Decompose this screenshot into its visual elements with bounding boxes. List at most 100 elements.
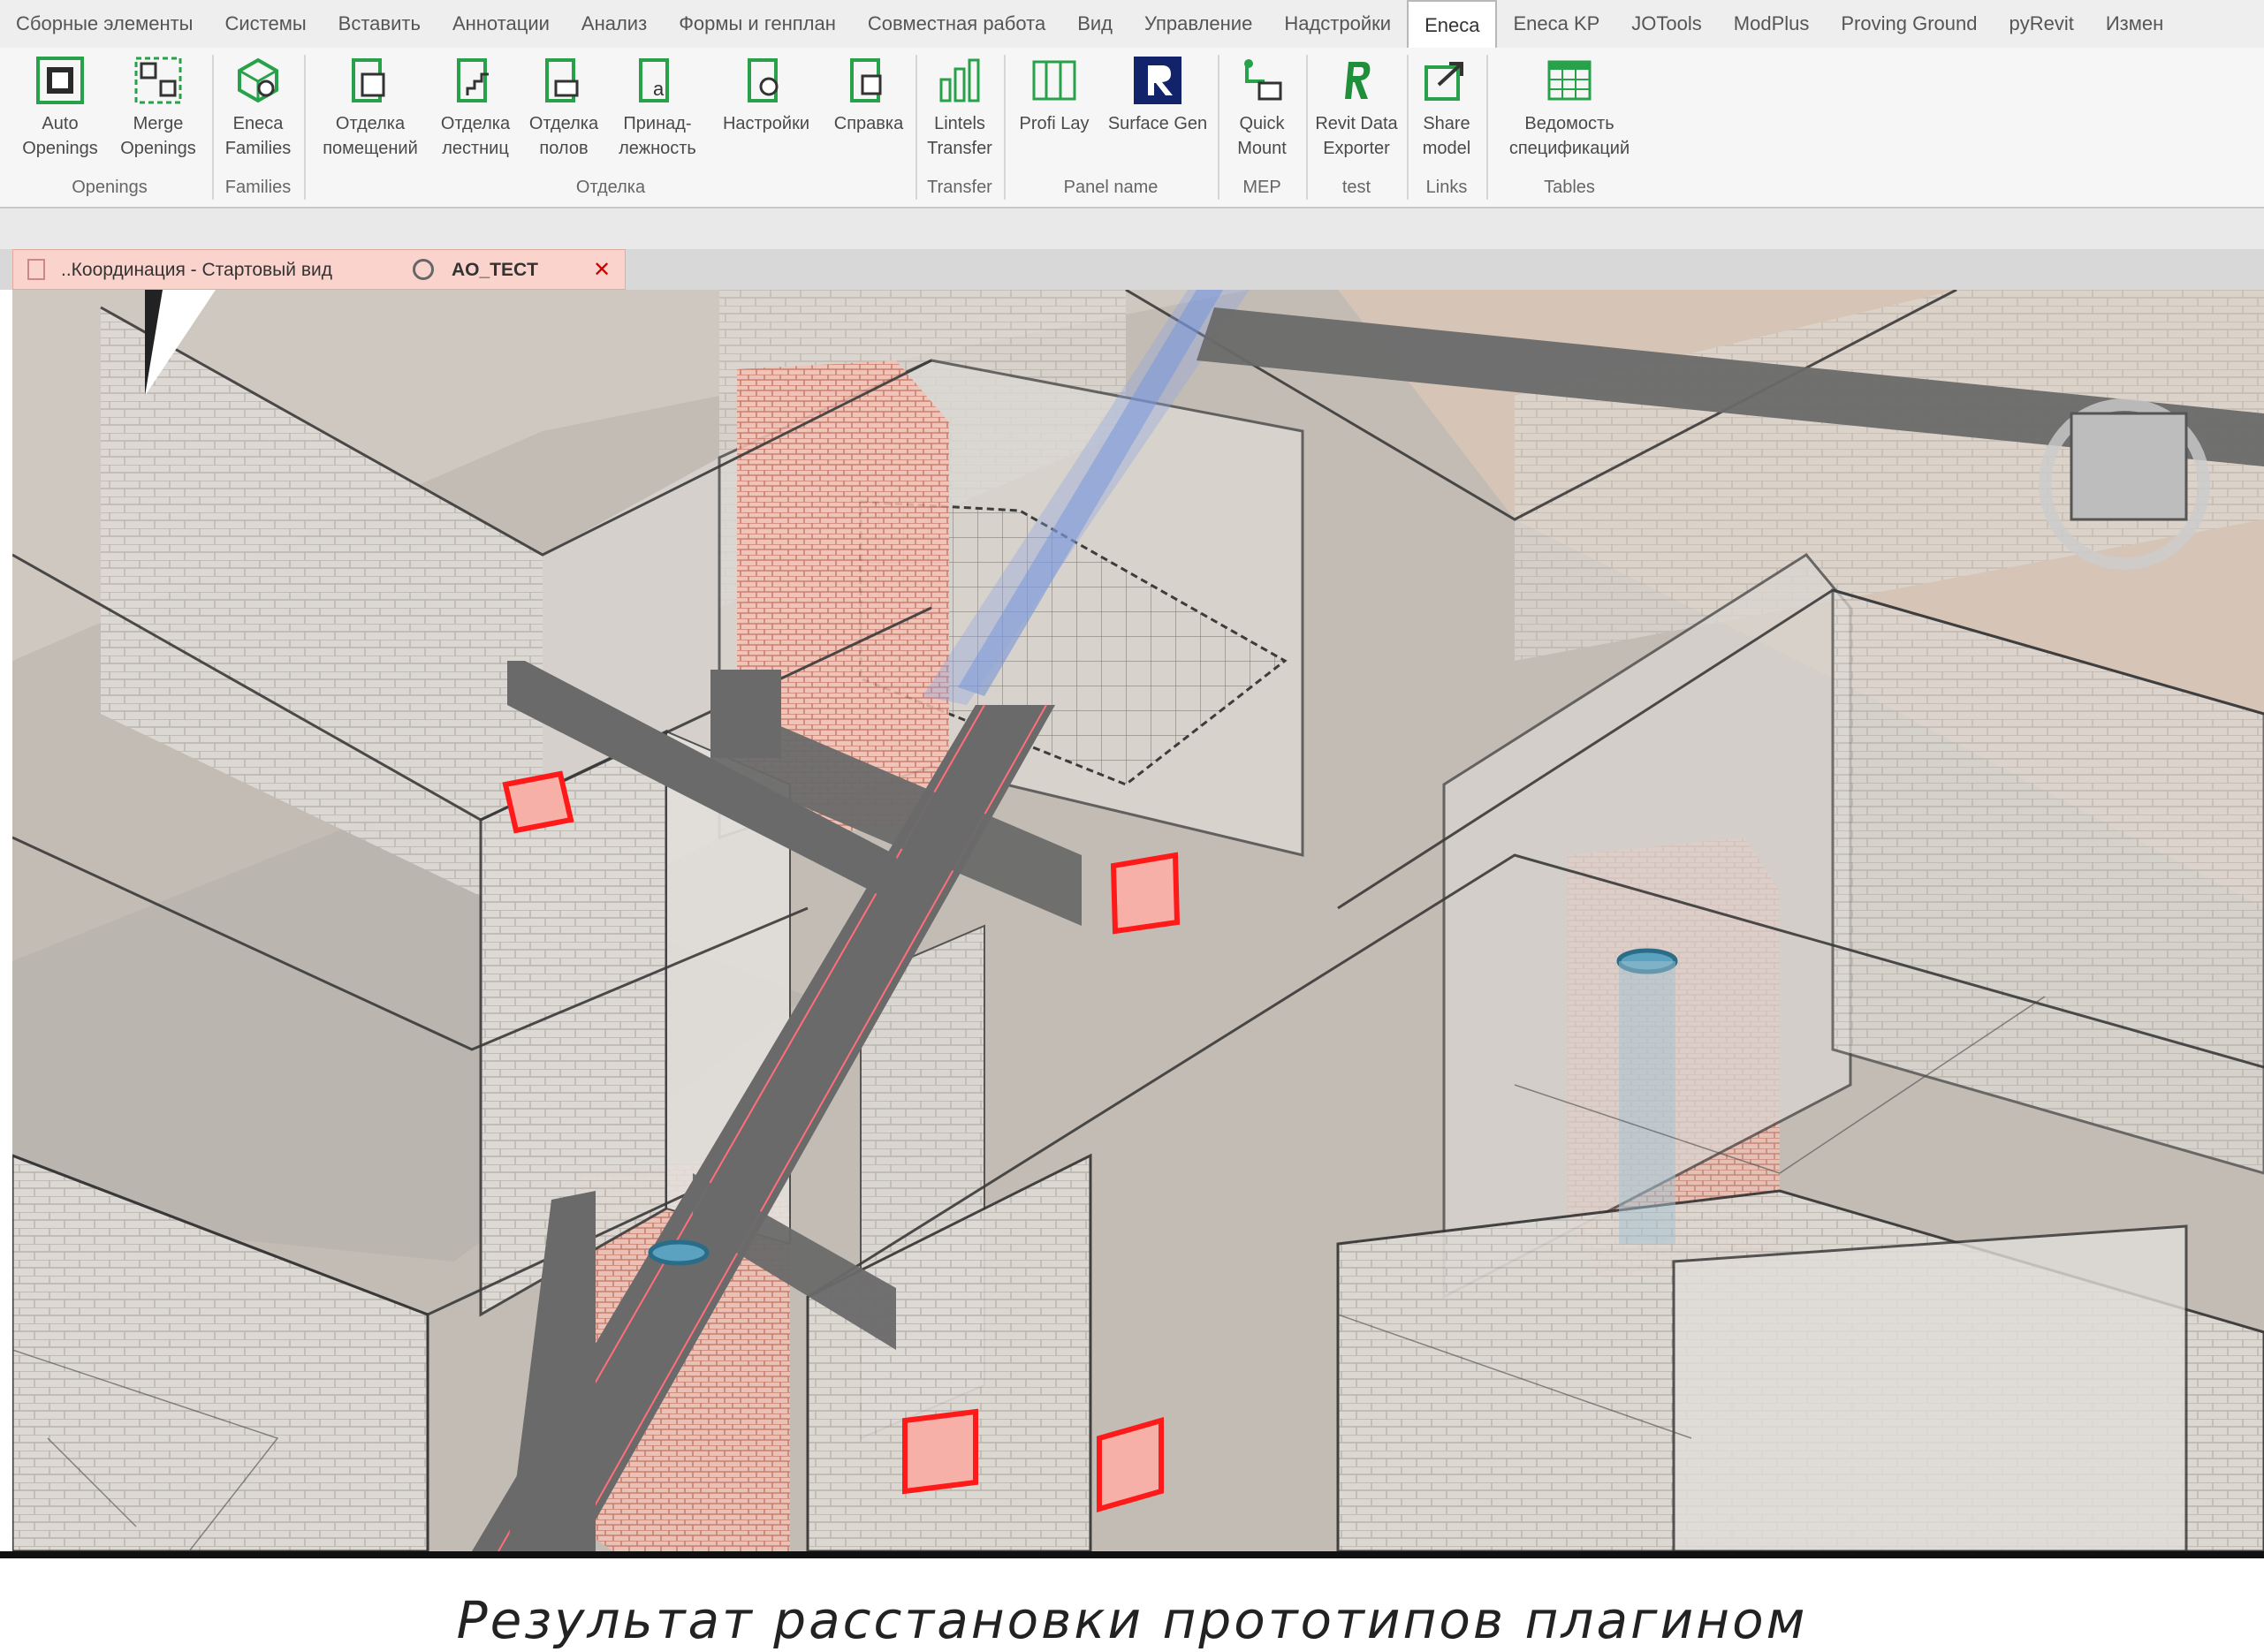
revit-data-exporter-label-1: Revit Data [1315, 114, 1398, 133]
3d-viewport[interactable] [12, 290, 2264, 1551]
surface-gen-label: Surface Gen [1107, 114, 1208, 133]
ribbon-separator [1486, 55, 1488, 200]
quick-mount-icon [1236, 55, 1288, 106]
belonging-label-2: лежность [619, 139, 696, 158]
ribbon-tab[interactable]: Формы и генплан [663, 0, 852, 48]
view-tab[interactable]: ..Координация - Стартовый вид AO_TECT ✕ [12, 249, 626, 290]
profi-lay-button[interactable]: Profi Lay [1007, 48, 1101, 136]
lintels-transfer-button[interactable]: Lintels Transfer [919, 48, 1000, 161]
revit-r-logo-icon [1331, 55, 1382, 106]
ribbon-separator [1004, 55, 1006, 200]
spec-sheets-label-1: Ведомость [1524, 114, 1614, 133]
settings-icon [741, 55, 792, 106]
finish-rooms-label-1: Отделка [335, 114, 406, 133]
auto-openings-label-2: Openings [22, 139, 98, 158]
group-tables: Tables [1544, 178, 1595, 197]
ribbon-tab[interactable]: Аннотации [437, 0, 566, 48]
close-view-button[interactable]: ✕ [593, 250, 611, 291]
merge-openings-label-1: Merge [133, 114, 184, 133]
ribbon-separator [304, 55, 306, 200]
quick-mount-button[interactable]: Quick Mount [1221, 48, 1303, 161]
ribbon-tab[interactable]: ModPlus [1718, 0, 1826, 48]
eneca-families-label-1: Eneca [232, 114, 284, 133]
ribbon-tab[interactable]: Управление [1128, 0, 1268, 48]
ribbon-tab[interactable]: Вид [1061, 0, 1128, 48]
ribbon-separator [1407, 55, 1409, 200]
finish-floors-label-2: полов [539, 139, 589, 158]
spec-sheets-button[interactable]: Ведомость спецификаций [1490, 48, 1649, 161]
ribbon-panel: Auto Openings Merge Openings Openings En… [0, 48, 2264, 208]
families-cube-icon [232, 55, 284, 106]
brick-wall [1672, 1224, 2188, 1551]
ribbon-separator [1218, 55, 1219, 200]
revit-data-exporter-button[interactable]: Revit Data Exporter [1310, 48, 1403, 161]
ribbon-separator [212, 55, 214, 200]
finish-floors-label-1: Отделка [528, 114, 599, 133]
settings-label: Настройки [722, 114, 810, 133]
view-document-icon [27, 259, 45, 280]
ribbon-separator [915, 55, 917, 200]
group-transfer: Transfer [927, 178, 992, 197]
round-pipe [1619, 961, 1675, 1244]
ribbon-tab[interactable]: Надстройки [1268, 0, 1407, 48]
share-model-button[interactable]: Share model [1410, 48, 1483, 161]
table-icon [1544, 55, 1595, 106]
finish-floors-icon [538, 55, 589, 106]
bar-chart-icon [934, 55, 985, 106]
quick-mount-label-1: Quick [1239, 114, 1285, 133]
3d-view-icon [413, 259, 434, 280]
auto-openings-icon [34, 55, 86, 106]
ribbon-options-bar [0, 208, 2264, 249]
ribbon-tab[interactable]: pyRevit [1993, 0, 2089, 48]
lintels-transfer-label-2: Transfer [927, 139, 992, 158]
equipment-unit [2070, 412, 2188, 521]
ribbon-tab-bar: Сборные элементы Системы Вставить Аннотации… [0, 0, 2264, 49]
ribbon-tab[interactable]: Вставить [323, 0, 437, 48]
surface-gen-button[interactable]: Surface Gen [1101, 48, 1214, 136]
finish-rooms-button[interactable]: Отделка помещений [309, 48, 431, 161]
figure-caption: Результат расстановки прототипов плагино… [456, 1590, 1808, 1650]
merge-openings-icon [133, 55, 184, 106]
belonging-label-1: Принад- [623, 114, 692, 133]
ribbon-tab[interactable]: Сборные элементы [0, 0, 209, 48]
profi-lay-label: Profi Lay [1019, 114, 1090, 133]
help-icon [843, 55, 894, 106]
finish-floors-button[interactable]: Отделка полов [520, 48, 608, 161]
finish-stairs-button[interactable]: Отделка лестниц [431, 48, 520, 161]
settings-button[interactable]: Настройки [707, 48, 825, 136]
view-tab-name: AO_TECT [452, 260, 539, 280]
belonging-icon: a [632, 55, 683, 106]
finish-stairs-icon [450, 55, 501, 106]
ribbon-tab[interactable]: Eneca KP [1497, 0, 1615, 48]
ribbon-tab[interactable]: Анализ [566, 0, 663, 48]
ribbon-tab[interactable]: Совместная работа [852, 0, 1061, 48]
group-finish: Отделка [575, 178, 646, 197]
ribbon-tab[interactable]: Eneca [1407, 0, 1498, 48]
eneca-families-label-2: Families [224, 139, 292, 158]
share-model-label-2: model [1422, 139, 1471, 158]
lintels-transfer-label-1: Lintels [934, 114, 985, 133]
ribbon-tab[interactable]: Proving Ground [1825, 0, 1993, 48]
view-tab-bar: ..Координация - Стартовый вид AO_TECT ✕ [0, 249, 2264, 290]
group-panel-name: Panel name [1063, 178, 1159, 197]
eneca-families-button[interactable]: Eneca Families [216, 48, 300, 161]
finish-stairs-label-1: Отделка [440, 114, 511, 133]
ribbon-tab[interactable]: Измен [2090, 0, 2179, 48]
ribbon-tab[interactable]: JOTools [1615, 0, 1717, 48]
help-button[interactable]: Справка [825, 48, 912, 136]
viewport-bottom-border [0, 1551, 2264, 1558]
auto-openings-label-1: Auto [42, 114, 79, 133]
3d-model-drawing [12, 290, 2264, 1551]
finish-rooms-label-2: помещений [323, 139, 418, 158]
finish-rooms-icon [345, 55, 396, 106]
finish-stairs-label-2: лестниц [442, 139, 509, 158]
group-families: Families [224, 178, 292, 197]
merge-openings-button[interactable]: Merge Openings [106, 48, 210, 161]
belonging-button[interactable]: a Принад- лежность [608, 48, 707, 161]
profi-lay-icon [1029, 55, 1080, 106]
help-label: Справка [833, 114, 904, 133]
svg-text:a: a [653, 78, 665, 100]
auto-openings-button[interactable]: Auto Openings [7, 48, 113, 161]
revit-data-exporter-label-2: Exporter [1323, 139, 1390, 158]
ribbon-tab[interactable]: Системы [209, 0, 322, 48]
